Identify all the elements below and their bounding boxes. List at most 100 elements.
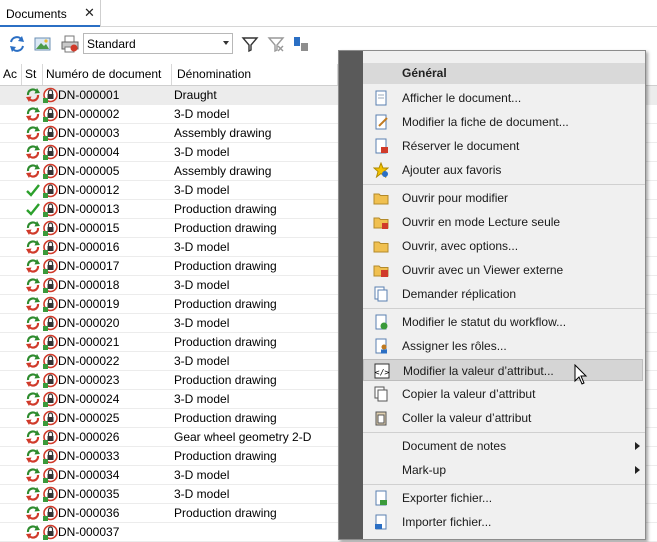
column-header-name[interactable]: Dénomination xyxy=(172,64,338,85)
menu-separator xyxy=(363,484,645,485)
document-number: DN-000018 xyxy=(58,278,120,292)
status-cell xyxy=(23,200,43,219)
image-icon[interactable] xyxy=(34,35,52,53)
status-cell xyxy=(23,352,43,371)
document-number-cell: DN-000020 xyxy=(43,314,171,333)
chevron-right-icon xyxy=(635,466,640,474)
menu-item-demander-replication[interactable]: Demander réplication xyxy=(363,283,643,305)
column-header-ac[interactable]: Ac xyxy=(0,64,22,85)
document-name: 3-D model xyxy=(174,107,230,121)
lock-icon xyxy=(43,524,58,540)
workflow-cycle-icon xyxy=(26,449,40,463)
menu-item-assigner-les-roles[interactable]: Assigner les rôles... xyxy=(363,335,643,357)
document-number-cell: DN-000003 xyxy=(43,124,171,143)
workflow-cycle-icon xyxy=(26,430,40,444)
filter-clear-icon[interactable] xyxy=(267,35,285,53)
menu-item-document-de-notes[interactable]: Document de notes xyxy=(363,435,643,457)
copy-icon xyxy=(374,386,388,402)
document-number: DN-000025 xyxy=(58,411,120,425)
view-select[interactable]: Standard xyxy=(83,33,233,54)
document-number: DN-000012 xyxy=(58,183,120,197)
menu-item-ouvrir-pour-modifier[interactable]: Ouvrir pour modifier xyxy=(363,187,643,209)
column-settings-icon[interactable] xyxy=(292,35,310,53)
svg-text:</>: </> xyxy=(375,368,390,377)
status-cell xyxy=(23,428,43,447)
print-icon[interactable] xyxy=(61,35,79,53)
document-name: 3-D model xyxy=(174,487,230,501)
document-number-cell: DN-000015 xyxy=(43,219,171,238)
menu-item-label: Réserver le document xyxy=(402,139,520,153)
filter-icon[interactable] xyxy=(241,35,259,53)
menu-item-copier-la-valeur-d-attribut[interactable]: Copier la valeur d’attribut xyxy=(363,383,643,405)
document-number-cell: DN-000033 xyxy=(43,447,171,466)
menu-item-label: Coller la valeur d’attribut xyxy=(402,411,532,425)
workflow-cycle-icon xyxy=(26,316,40,330)
menu-item-ouvrir-avec-options[interactable]: Ouvrir, avec options... xyxy=(363,235,643,257)
document-number-cell: DN-000012 xyxy=(43,181,171,200)
menu-item-label: Ajouter aux favoris xyxy=(402,163,502,177)
document-name: 3-D model xyxy=(174,468,230,482)
menu-item-ajouter-aux-favoris[interactable]: Ajouter aux favoris xyxy=(363,159,643,181)
status-cell xyxy=(23,276,43,295)
tab-documents[interactable]: Documents ✕ xyxy=(0,0,101,27)
menu-item-afficher-le-document[interactable]: Afficher le document... xyxy=(363,87,643,109)
document-name: Production drawing xyxy=(174,202,277,216)
menu-header-label: Général xyxy=(402,66,447,80)
menu-item-ouvrir-avec-un-viewer-externe[interactable]: Ouvrir avec un Viewer externe xyxy=(363,259,643,281)
status-cell xyxy=(23,314,43,333)
check-icon xyxy=(26,184,40,197)
document-name: 3-D model xyxy=(174,392,230,406)
status-cell xyxy=(23,219,43,238)
document-name: 3-D model xyxy=(174,240,230,254)
menu-icon-gutter xyxy=(339,51,363,539)
workflow-cycle-icon xyxy=(26,335,40,349)
workflow-cycle-icon xyxy=(26,126,40,140)
document-name: 3-D model xyxy=(174,183,230,197)
document-name: Production drawing xyxy=(174,449,277,463)
column-header-document-number[interactable]: Numéro de document xyxy=(43,64,172,85)
menu-item-label: Mark-up xyxy=(402,463,447,477)
lock-icon xyxy=(43,106,58,122)
menu-item-ouvrir-en-mode-lecture-seule[interactable]: Ouvrir en mode Lecture seule xyxy=(363,211,643,233)
workflow-cycle-icon xyxy=(26,525,40,539)
roles-icon xyxy=(375,338,387,354)
lock-icon xyxy=(43,410,58,426)
status-cell xyxy=(23,238,43,257)
lock-icon xyxy=(43,125,58,141)
lock-icon xyxy=(43,220,58,236)
status-cell xyxy=(23,181,43,200)
menu-item-exporter-fichier[interactable]: Exporter fichier... xyxy=(363,487,643,509)
menu-separator xyxy=(363,184,645,185)
status-cell xyxy=(23,390,43,409)
lock-icon xyxy=(43,277,58,293)
folder-open-icon xyxy=(373,193,389,205)
lock-icon xyxy=(43,315,58,331)
close-icon[interactable]: ✕ xyxy=(84,5,95,21)
view-select-value: Standard xyxy=(87,37,136,51)
document-icon xyxy=(375,90,387,106)
sync-icon[interactable] xyxy=(8,35,26,53)
menu-item-reserver-le-document[interactable]: Réserver le document xyxy=(363,135,643,157)
status-cell xyxy=(23,257,43,276)
document-name: Production drawing xyxy=(174,259,277,273)
column-header-status[interactable]: St xyxy=(22,64,43,85)
workflow-cycle-icon xyxy=(26,297,40,311)
menu-item-modifier-la-valeur-d-attribut[interactable]: </> Modifier la valeur d’attribut... xyxy=(363,359,643,381)
lock-icon xyxy=(43,144,58,160)
lock-icon xyxy=(43,391,58,407)
document-name: 3-D model xyxy=(174,354,230,368)
menu-item-modifier-la-fiche-de-document[interactable]: Modifier la fiche de document... xyxy=(363,111,643,133)
lock-icon xyxy=(43,467,58,483)
check-icon xyxy=(26,203,40,216)
document-number: DN-000023 xyxy=(58,373,120,387)
replication-icon xyxy=(374,286,388,302)
tab-strip: Documents ✕ xyxy=(0,0,657,27)
export-icon xyxy=(375,490,387,506)
menu-item-coller-la-valeur-d-attribut[interactable]: Coller la valeur d’attribut xyxy=(363,407,643,429)
document-number: DN-000001 xyxy=(58,88,120,102)
menu-item-modifier-le-statut-du-workflow[interactable]: Modifier le statut du workflow... xyxy=(363,311,643,333)
document-number-cell: DN-000021 xyxy=(43,333,171,352)
document-name: Production drawing xyxy=(174,221,277,235)
menu-item-mark-up[interactable]: Mark-up xyxy=(363,459,643,481)
menu-item-label: Afficher le document... xyxy=(402,91,522,105)
